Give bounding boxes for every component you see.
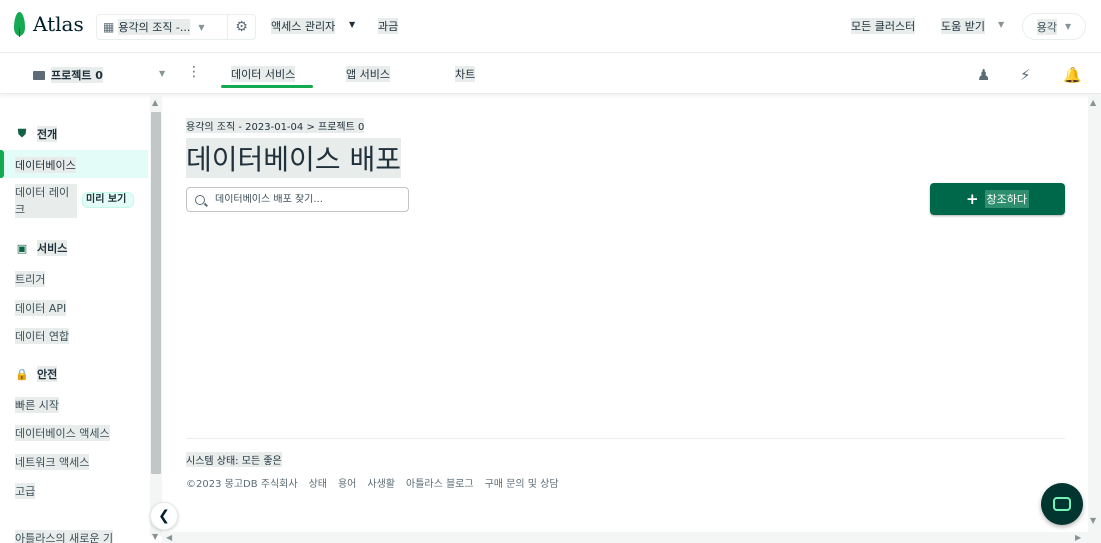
footer-link-privacy[interactable]: 사생활 (367, 475, 395, 490)
sidebar-item-data-federation[interactable]: 데이터 연합 (15, 328, 70, 344)
sidebar-item-data-lake[interactable]: 데이터 레이크 (15, 184, 77, 218)
create-button[interactable]: + 창조하다 (930, 183, 1065, 215)
create-button-label: 창조하다 (984, 190, 1030, 208)
access-manager-caret-icon: ▼ (349, 20, 356, 29)
collapse-sidebar-chevron-left-icon[interactable]: ❮ (150, 502, 178, 530)
top-navigation-bar: Atlas ▦ 용각의 조직 -... ▼ ⚙ 액세스 관리자 ▼ 과금 모든 … (0, 0, 1101, 53)
main-scroll-down-icon[interactable]: ▼ (1090, 516, 1096, 525)
notification-bell-icon[interactable]: 🔔 (1063, 66, 1082, 84)
all-clusters-link[interactable]: 모든 클러스터 (851, 18, 916, 34)
project-select[interactable]: 프로젝트 0 (33, 67, 103, 83)
billing-link[interactable]: 과금 (378, 18, 399, 34)
mongodb-leaf-icon (14, 12, 25, 37)
scroll-left-icon[interactable]: ◀ (166, 533, 172, 542)
sidebar-services-label: 서비스 (37, 240, 68, 256)
monitor-icon: ▣ (16, 241, 28, 255)
footer-link-status[interactable]: 상태 (309, 475, 327, 490)
organization-select[interactable]: ▦ 용각의 조직 -... ▼ (96, 14, 228, 40)
left-sidebar: ⛊ 전개 데이터베이스 데이터 레이크 미리 보기 ▣ 서비스 트리거 데이터 … (0, 96, 148, 543)
folder-icon (33, 70, 45, 80)
system-status-value: 모든 좋은 (241, 456, 282, 467)
sidebar-item-triggers[interactable]: 트리거 (15, 271, 46, 287)
building-icon: ▦ (103, 20, 115, 34)
deployment-search[interactable] (186, 187, 409, 212)
page-title: 데이터베이스 배포 (186, 138, 401, 178)
project-options-kebab-icon[interactable]: ⋮ (187, 64, 201, 80)
sidebar-scroll-down-icon[interactable]: ▼ (152, 532, 158, 541)
activity-feed-icon[interactable]: ⚡ (1020, 66, 1031, 84)
sidebar-security-label: 안전 (37, 366, 58, 382)
sidebar-item-network-access[interactable]: 네트워크 액세스 (15, 454, 90, 470)
footer-link-blog[interactable]: 아틀라스 블로그 (406, 475, 474, 490)
sidebar-header-security: 🔒 안전 (15, 366, 58, 382)
scroll-right-icon[interactable]: ▶ (1075, 533, 1081, 542)
user-menu[interactable]: 용각 ▼ (1022, 13, 1086, 40)
project-name: 프로젝트 0 (51, 67, 103, 83)
sidebar-header-services: ▣ 서비스 (15, 240, 68, 256)
project-caret-icon[interactable]: ▼ (159, 69, 165, 78)
user-name: 용각 (1036, 18, 1058, 35)
help-caret-icon: ▼ (998, 20, 1005, 29)
sidebar-item-advanced[interactable]: 고급 (15, 483, 36, 499)
search-icon (195, 194, 205, 205)
footer-copyright: ©2023 몽고DB 주식회사 (186, 479, 298, 490)
chat-support-button[interactable] (1041, 483, 1083, 525)
tab-data-services[interactable]: 데이터 서비스 (231, 66, 296, 82)
logo-text: Atlas (33, 12, 84, 36)
tab-charts[interactable]: 차트 (455, 66, 476, 82)
database-stack-icon: ⛊ (17, 127, 27, 140)
footer-link-contact-sales[interactable]: 구매 문의 및 상담 (485, 475, 559, 490)
footer-divider (186, 438, 1065, 439)
invite-user-icon[interactable]: ♟ (977, 66, 990, 84)
atlas-logo[interactable]: Atlas (14, 12, 84, 37)
access-manager-label: 액세스 관리자 (271, 20, 336, 33)
organization-name: 용각의 조직 -... (118, 19, 191, 35)
organization-settings-gear-icon[interactable]: ⚙ (228, 14, 256, 40)
get-help-menu[interactable]: 도움 받기 (941, 18, 985, 34)
sidebar-item-whats-new[interactable]: 아틀라스의 새로운 기 (15, 530, 114, 543)
system-status[interactable]: 시스템 상태: 모든 좋은 (186, 452, 282, 467)
lock-icon: 🔒 (15, 367, 29, 381)
user-caret-icon: ▼ (1065, 22, 1072, 31)
sidebar-item-database[interactable]: 데이터베이스 (15, 157, 76, 173)
sidebar-scroll-up-icon[interactable]: ▲ (152, 98, 158, 107)
breadcrumb[interactable]: 용각의 조직 - 2023-01-04 > 프로젝트 0 (186, 118, 365, 133)
sidebar-item-database-access[interactable]: 데이터베이스 액세스 (15, 425, 110, 441)
sidebar-item-quickstart[interactable]: 빠른 시작 (15, 397, 59, 413)
sidebar-active-bar (0, 150, 4, 178)
plus-icon: + (965, 190, 979, 208)
preview-badge: 미리 보기 (82, 192, 134, 208)
chat-bubble-icon (1053, 497, 1071, 511)
footer-link-terms[interactable]: 용어 (338, 475, 356, 490)
search-input[interactable] (215, 194, 395, 205)
main-vertical-scrollbar[interactable] (1088, 96, 1101, 543)
sidebar-header-overview[interactable]: ⛊ 전개 (15, 126, 58, 142)
footer-links: ©2023 몽고DB 주식회사 상태 용어 사생활 아틀라스 블로그 구매 문의… (186, 475, 559, 490)
sidebar-scrollbar-thumb[interactable] (151, 112, 161, 474)
active-tab-indicator (221, 85, 313, 88)
main-horizontal-scrollbar[interactable] (162, 532, 1088, 543)
tab-app-services[interactable]: 앱 서비스 (346, 66, 390, 82)
sidebar-overview-label: 전개 (37, 126, 58, 142)
main-scroll-up-icon[interactable]: ▲ (1090, 98, 1096, 107)
project-navigation-bar: 프로젝트 0 ▼ ⋮ 데이터 서비스 앱 서비스 차트 ♟ ⚡ 🔔 (0, 54, 1101, 94)
organization-switcher: ▦ 용각의 조직 -... ▼ ⚙ (96, 14, 256, 40)
system-status-label: 시스템 상태: (186, 456, 239, 467)
caret-down-icon: ▼ (198, 22, 205, 32)
sidebar-item-data-api[interactable]: 데이터 API (15, 300, 67, 316)
access-manager-link[interactable]: 액세스 관리자 (271, 18, 336, 34)
